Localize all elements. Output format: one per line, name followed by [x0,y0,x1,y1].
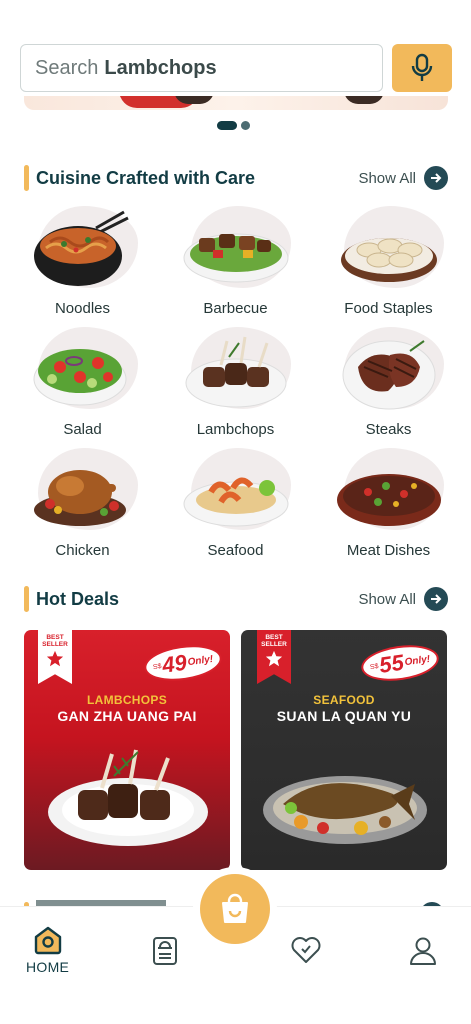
hot-deals-section-header: Hot Deals Show All [24,585,448,613]
deal-dish-name: GAN ZHA UANG PAI [57,708,197,724]
lambchops-plate-icon [181,327,291,417]
nav-home-label: HOME [26,959,70,975]
deal-category: LAMBCHOPS [86,693,168,707]
bbq-platter-icon [181,206,291,296]
best-seller-badge: BEST SELLER [38,630,72,684]
arrow-right-icon [424,166,448,190]
promo-banner[interactable] [24,96,448,110]
banner-pager [217,121,250,130]
cuisine-section-header: Cuisine Crafted with Care Show All [24,164,448,192]
category-label: Meat Dishes [346,542,431,559]
star-icon [46,650,64,667]
category-label: Steaks [365,421,412,438]
category-meat-dishes[interactable]: Meat Dishes [312,448,465,569]
noodles-bowl-icon [28,206,138,296]
category-steaks[interactable]: Steaks [312,327,465,448]
pager-dot-active[interactable] [217,121,237,130]
search-prefix: Search [35,56,99,79]
section-accent-bar [24,586,29,612]
search-term: Lambchops [104,56,217,79]
category-label: Barbecue [203,300,268,317]
dumplings-plate-icon [334,206,444,296]
show-all-label: Show All [358,590,416,608]
user-icon [410,937,436,965]
nav-profile[interactable] [408,935,438,967]
hot-deals-show-all-link[interactable]: Show All [358,587,448,611]
nav-favorites[interactable] [290,935,322,965]
star-icon [265,650,283,667]
voice-search-button[interactable] [392,44,452,92]
category-label: Lambchops [196,421,275,438]
home-icon [34,926,61,955]
meat-dish-icon [334,448,444,538]
shopping-bag-icon [222,893,248,923]
category-lambchops[interactable]: Lambchops [159,327,312,448]
pager-dot[interactable] [241,121,250,130]
cuisine-show-all-link[interactable]: Show All [358,166,448,190]
section-title: Cuisine Crafted with Care [36,167,256,188]
shrimp-plate-icon [181,448,291,538]
cart-button[interactable] [200,874,270,944]
best-seller-badge: BEST SELLER [257,630,291,684]
lambchops-dish-image [48,749,208,846]
category-chicken[interactable]: Chicken [6,448,159,569]
category-food-staples[interactable]: Food Staples [312,206,465,327]
category-salad[interactable]: Salad [6,327,159,448]
nav-home[interactable]: HOME [26,925,69,975]
price-tag: S$ 55 Only! [359,640,441,686]
category-grid: Noodles Barbecue Food Staples Salad Lamb… [6,206,465,569]
salad-bowl-icon [28,327,138,417]
deal-card-lambchops[interactable]: BEST SELLER S$ 49 Only! LAMBCHOPS GAN ZH… [24,630,230,870]
steak-plate-icon [334,327,444,417]
category-label: Noodles [54,300,111,317]
section-accent-bar [24,165,29,191]
nav-orders[interactable] [151,935,179,967]
category-label: Food Staples [344,300,433,317]
search-input[interactable]: Search Lambchops [20,44,383,92]
deal-price: 55 [377,649,406,678]
arrow-right-icon [424,587,448,611]
category-label: Chicken [55,542,110,559]
roast-chicken-icon [28,448,138,538]
orders-icon [153,937,177,965]
price-tag: S$ 49 Only! [142,640,224,686]
deal-card-seafood[interactable]: BEST SELLER S$ 55 Only! SEAFOOD SUAN LA … [241,630,447,870]
deal-dish-name: SUAN LA QUAN YU [276,708,412,724]
deal-category: SEAFOOD [313,693,375,707]
heart-icon [291,937,321,963]
microphone-icon [411,53,433,81]
deal-price: 49 [160,649,189,678]
category-noodles[interactable]: Noodles [6,206,159,327]
seafood-dish-image [263,776,427,844]
category-barbecue[interactable]: Barbecue [159,206,312,327]
show-all-label: Show All [358,169,416,187]
category-seafood[interactable]: Seafood [159,448,312,569]
category-label: Salad [63,421,102,438]
category-label: Seafood [207,542,264,559]
section-title: Hot Deals [36,588,120,609]
search-row: Search Lambchops [20,44,452,94]
